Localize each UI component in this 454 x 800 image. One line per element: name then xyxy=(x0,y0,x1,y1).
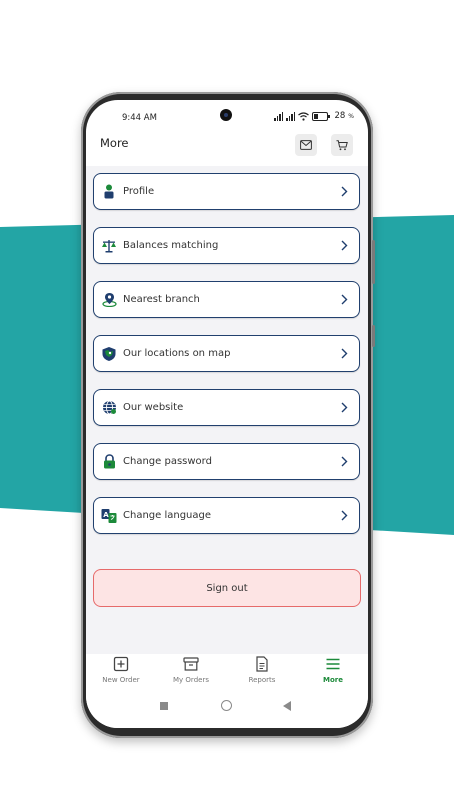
chevron-right-icon xyxy=(341,240,351,252)
menu-item-change-password[interactable]: Change password xyxy=(93,443,360,480)
chevron-right-icon xyxy=(341,456,351,468)
system-navigation-bar xyxy=(86,694,368,728)
status-bar: 9:44 AM 28% xyxy=(86,100,368,136)
chevron-right-icon xyxy=(341,402,351,414)
globe-icon xyxy=(101,400,117,416)
back-icon[interactable] xyxy=(283,701,291,711)
scales-icon xyxy=(101,238,117,254)
mail-icon xyxy=(300,140,312,150)
phone-side-button xyxy=(372,240,375,284)
map-shield-icon xyxy=(101,346,117,362)
nav-tab-my-orders[interactable]: My Orders xyxy=(156,654,226,694)
hamburger-menu-icon xyxy=(326,658,340,670)
signal-icon xyxy=(274,111,284,121)
bottom-navigation: New Order My Orders Reports More xyxy=(86,654,368,694)
plus-square-icon xyxy=(113,656,129,672)
chevron-right-icon xyxy=(341,186,351,198)
nav-tab-label: Reports xyxy=(248,676,276,684)
menu-item-nearest-branch[interactable]: Nearest branch xyxy=(93,281,360,318)
battery-icon xyxy=(312,111,331,121)
nav-tab-more[interactable]: More xyxy=(298,654,368,694)
nav-tab-new-order[interactable]: New Order xyxy=(86,654,156,694)
recent-apps-icon[interactable] xyxy=(160,702,168,710)
mail-button[interactable] xyxy=(295,134,317,156)
phone-screen: 9:44 AM 28% More Profile Balances matchi… xyxy=(86,100,368,728)
menu-item-label: Our website xyxy=(123,402,184,413)
nav-tab-label: My Orders xyxy=(173,676,209,684)
menu-item-label: Change password xyxy=(123,456,212,467)
document-icon xyxy=(256,656,268,672)
menu-item-profile[interactable]: Profile xyxy=(93,173,360,210)
page-title: More xyxy=(100,136,129,150)
battery-percent: 28 xyxy=(334,111,346,121)
wifi-icon xyxy=(298,111,310,121)
status-time: 9:44 AM xyxy=(122,113,157,123)
menu-item-locations-map[interactable]: Our locations on map xyxy=(93,335,360,372)
chevron-right-icon xyxy=(341,294,351,306)
menu-item-label: Profile xyxy=(123,186,155,197)
menu-item-change-language[interactable]: A Change language xyxy=(93,497,360,534)
menu-content: Profile Balances matching Nearest branch… xyxy=(86,166,368,654)
menu-item-balances-matching[interactable]: Balances matching xyxy=(93,227,360,264)
sign-out-button[interactable]: Sign out xyxy=(93,569,361,607)
archive-box-icon xyxy=(183,657,199,671)
chevron-right-icon xyxy=(341,510,351,522)
cart-icon xyxy=(336,139,348,150)
home-icon[interactable] xyxy=(221,700,232,711)
phone-side-button xyxy=(372,325,375,347)
menu-item-label: Our locations on map xyxy=(123,348,231,359)
svg-text:A: A xyxy=(103,511,109,519)
nav-tab-label: New Order xyxy=(102,676,140,684)
location-pin-icon xyxy=(101,292,117,308)
front-camera xyxy=(220,109,232,121)
menu-item-label: Balances matching xyxy=(123,240,219,251)
person-icon xyxy=(101,184,117,200)
menu-item-website[interactable]: Our website xyxy=(93,389,360,426)
signal-icon xyxy=(286,111,296,121)
nav-tab-reports[interactable]: Reports xyxy=(227,654,297,694)
nav-tab-label: More xyxy=(323,676,343,684)
lock-icon xyxy=(101,454,117,470)
menu-item-label: Nearest branch xyxy=(123,294,200,305)
cart-button[interactable] xyxy=(331,134,353,156)
status-icons: 28% xyxy=(274,111,354,121)
menu-item-label: Change language xyxy=(123,510,212,521)
chevron-right-icon xyxy=(341,348,351,360)
translate-icon: A xyxy=(101,508,117,524)
